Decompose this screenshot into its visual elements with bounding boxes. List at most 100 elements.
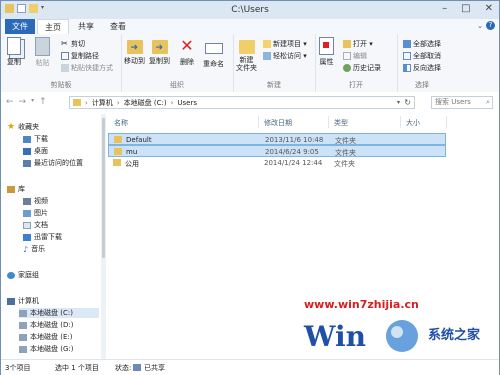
search-input[interactable]: 搜索 Users ⌕	[431, 96, 493, 109]
organize-group-label: 组织	[170, 81, 184, 89]
recent-dropdown-icon[interactable]: ▾	[31, 97, 34, 107]
breadcrumb-drive-c[interactable]: 本地磁盘 (C:)	[124, 98, 167, 108]
group-open: 属性 打开 ▾ 编辑 历史记录 打开	[315, 34, 398, 92]
nav-music[interactable]: ♪ 音乐	[23, 244, 45, 254]
paste-shortcut-button[interactable]: 粘贴快捷方式	[61, 63, 113, 73]
nav-drive-e[interactable]: 本地磁盘 (E:)	[19, 332, 72, 342]
move-to-button[interactable]: ➜ 移动到	[124, 37, 145, 66]
column-name[interactable]: 名称	[114, 118, 128, 128]
column-type[interactable]: 类型	[334, 118, 348, 128]
star-icon: ★	[7, 122, 16, 132]
copy-button[interactable]: 复制	[7, 37, 21, 67]
svg-text:Win: Win	[303, 320, 366, 353]
delete-x-icon: ✕	[180, 36, 194, 55]
folder-icon	[114, 148, 122, 155]
nav-favorites[interactable]: ★ 收藏夹	[7, 122, 39, 132]
watermark-brand: 系统之家	[428, 328, 481, 343]
close-button[interactable]: ✕	[485, 3, 493, 14]
select-none-button[interactable]: 全部取消	[403, 51, 441, 61]
drive-icon	[19, 333, 27, 341]
open-icon	[343, 40, 351, 48]
edit-button[interactable]: 编辑	[343, 51, 367, 61]
breadcrumb-computer[interactable]: 计算机	[92, 98, 113, 108]
ribbon-tabs: 文件 主页 共享 查看 ⌄ ?	[1, 19, 499, 35]
nav-library[interactable]: 库	[7, 184, 25, 194]
tab-view[interactable]: 查看	[103, 19, 133, 34]
column-modified[interactable]: 修改日期	[264, 118, 292, 128]
rename-button[interactable]: 重命名	[203, 37, 224, 69]
new-group-label: 新建	[267, 81, 281, 89]
select-none-icon	[403, 52, 411, 60]
nav-drive-c[interactable]: 本地磁盘 (C:)	[19, 308, 99, 318]
up-arrow-icon[interactable]: ↑	[39, 97, 47, 107]
properties-button[interactable]: 属性	[319, 37, 334, 67]
copy-path-icon	[61, 52, 69, 60]
open-button[interactable]: 打开 ▾	[343, 39, 373, 49]
refresh-icon[interactable]: ↻	[404, 98, 411, 107]
library-icon	[7, 185, 15, 193]
address-bar[interactable]: › 计算机 › 本地磁盘 (C:) › Users ▾ ↻	[69, 96, 415, 109]
watermark-url: www.win7zhijia.cn	[304, 298, 419, 311]
nav-videos[interactable]: 视频	[23, 196, 48, 206]
folder-icon	[113, 159, 121, 166]
selected-count: 选中 1 个项目	[55, 364, 99, 372]
copy-to-button[interactable]: ➜ 复制到	[149, 37, 170, 66]
history-icon	[343, 64, 351, 72]
nav-desktop[interactable]: 桌面	[23, 146, 48, 156]
tab-home[interactable]: 主页	[37, 19, 69, 35]
new-item-icon	[263, 40, 271, 48]
nav-documents[interactable]: 文档	[23, 220, 48, 230]
downloads-icon	[23, 135, 31, 143]
paste-icon	[35, 37, 50, 56]
new-item-button[interactable]: 新建项目 ▾	[263, 39, 307, 49]
nav-thunder-downloads[interactable]: 迅雷下载	[23, 232, 62, 242]
nav-drive-g[interactable]: 本地磁盘 (G:)	[19, 344, 73, 354]
homegroup-icon	[7, 271, 15, 279]
search-placeholder: 搜索 Users	[435, 98, 471, 106]
nav-computer[interactable]: 计算机	[7, 296, 39, 306]
maximize-button[interactable]: □	[461, 3, 470, 14]
paste-button[interactable]: 粘贴	[35, 37, 50, 68]
file-row-default[interactable]: Default 2013/11/6 10:48 文件夹	[108, 133, 446, 145]
nav-homegroup[interactable]: 家庭组	[7, 270, 39, 280]
cut-button[interactable]: ✂ 剪切	[61, 39, 85, 49]
address-dropdown-icon[interactable]: ▾	[397, 99, 400, 106]
column-size[interactable]: 大小	[406, 118, 420, 128]
file-row-mu[interactable]: mu 2014/6/24 9:05 文件夹	[108, 145, 446, 157]
edit-icon	[343, 52, 351, 60]
select-all-button[interactable]: 全部选择	[403, 39, 441, 49]
copy-icon	[7, 37, 21, 55]
new-folder-icon	[238, 40, 255, 54]
move-folder-icon: ➜	[126, 40, 143, 54]
videos-icon	[23, 197, 31, 205]
delete-button[interactable]: ✕ 删除	[179, 37, 195, 67]
nav-drive-d[interactable]: 本地磁盘 (D:)	[19, 320, 73, 330]
thunder-downloads-icon	[23, 233, 31, 241]
back-arrow-icon[interactable]: ←	[6, 97, 14, 107]
drive-icon	[19, 321, 27, 329]
copy-path-button[interactable]: 复制路径	[61, 51, 99, 61]
history-button[interactable]: 历史记录	[343, 63, 381, 73]
nav-downloads[interactable]: 下载	[23, 134, 48, 144]
minimize-button[interactable]: –	[442, 3, 447, 14]
tab-file[interactable]: 文件	[5, 19, 35, 34]
invert-selection-button[interactable]: 反向选择	[403, 63, 441, 73]
nav-pictures[interactable]: 图片	[23, 208, 48, 218]
ribbon-expand-icon[interactable]: ⌄	[477, 22, 483, 30]
recent-places-icon	[23, 159, 31, 167]
tab-share[interactable]: 共享	[71, 19, 101, 34]
new-folder-button[interactable]: 新建 文件夹	[236, 37, 257, 72]
explorer-window: ▾ C:\Users – □ ✕ 文件 主页 共享 查看 ⌄ ? 复制 粘贴 ✂…	[0, 0, 500, 375]
help-icon[interactable]: ?	[486, 21, 495, 30]
breadcrumb-users[interactable]: Users	[177, 99, 197, 107]
rename-icon	[204, 43, 223, 54]
forward-arrow-icon[interactable]: →	[19, 97, 27, 107]
open-group-label: 打开	[349, 81, 363, 89]
invert-selection-icon	[403, 64, 411, 72]
nav-recent-places[interactable]: 最近访问的位置	[23, 158, 83, 168]
address-row: ← → ▾ ↑ › 计算机 › 本地磁盘 (C:) › Users ▾ ↻ 搜索…	[1, 92, 499, 114]
file-row-public[interactable]: 公用 2014/1/24 12:44 文件夹	[108, 157, 446, 169]
select-group-label: 选择	[415, 81, 429, 89]
easy-access-button[interactable]: 轻松访问 ▾	[263, 51, 307, 61]
copy-folder-icon: ➜	[151, 40, 168, 54]
